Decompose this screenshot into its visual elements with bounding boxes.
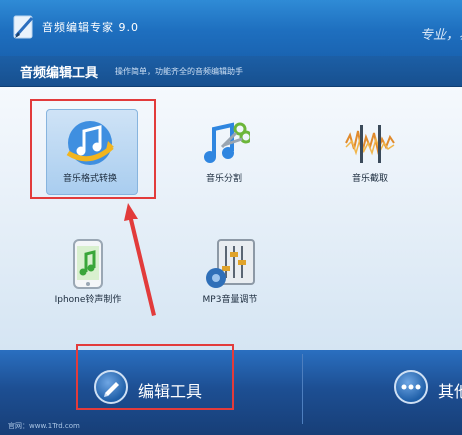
tool-mp3-volume[interactable]: MP3音量调节 [178,230,282,314]
annotation-highlight-box-bottom [76,344,234,410]
tool-music-cut[interactable]: 音乐截取 [318,109,422,193]
music-split-icon [204,122,250,163]
tool-label: 音乐分割 [205,174,242,184]
app-logo-icon [13,15,34,39]
other-tools-button[interactable]: 其他 [394,370,462,410]
tools-panel: 音乐格式转换 音乐分割 音乐截取 Iphone铃声制作 MP3音量调节 [0,87,462,350]
music-cut-icon [345,125,395,163]
other-tools-label: 其他 [438,382,462,401]
title-bar: 音频编辑专家 9.0 专业，易 [0,0,462,56]
tool-label: 音乐截取 [351,174,388,184]
tool-music-split[interactable]: 音乐分割 [172,109,276,193]
app-title: 音频编辑专家 9.0 [42,21,139,34]
annotation-highlight-box [30,99,156,199]
annotation-arrow [124,203,156,316]
iphone-ringtone-icon [73,239,103,289]
section-title: 音频编辑工具 [20,66,99,81]
slogan-text: 专业，易 [420,28,462,43]
nav-divider [302,354,303,424]
more-dots-icon [394,370,428,404]
tool-label: MP3音量调节 [202,295,258,305]
section-header: 音频编辑工具 操作简单，功能齐全的音频编辑助手 [0,56,462,87]
mp3-volume-icon [206,239,255,288]
section-description: 操作简单，功能齐全的音频编辑助手 [115,67,243,76]
website-url[interactable]: 官网：www.1Trd.com [8,421,80,431]
